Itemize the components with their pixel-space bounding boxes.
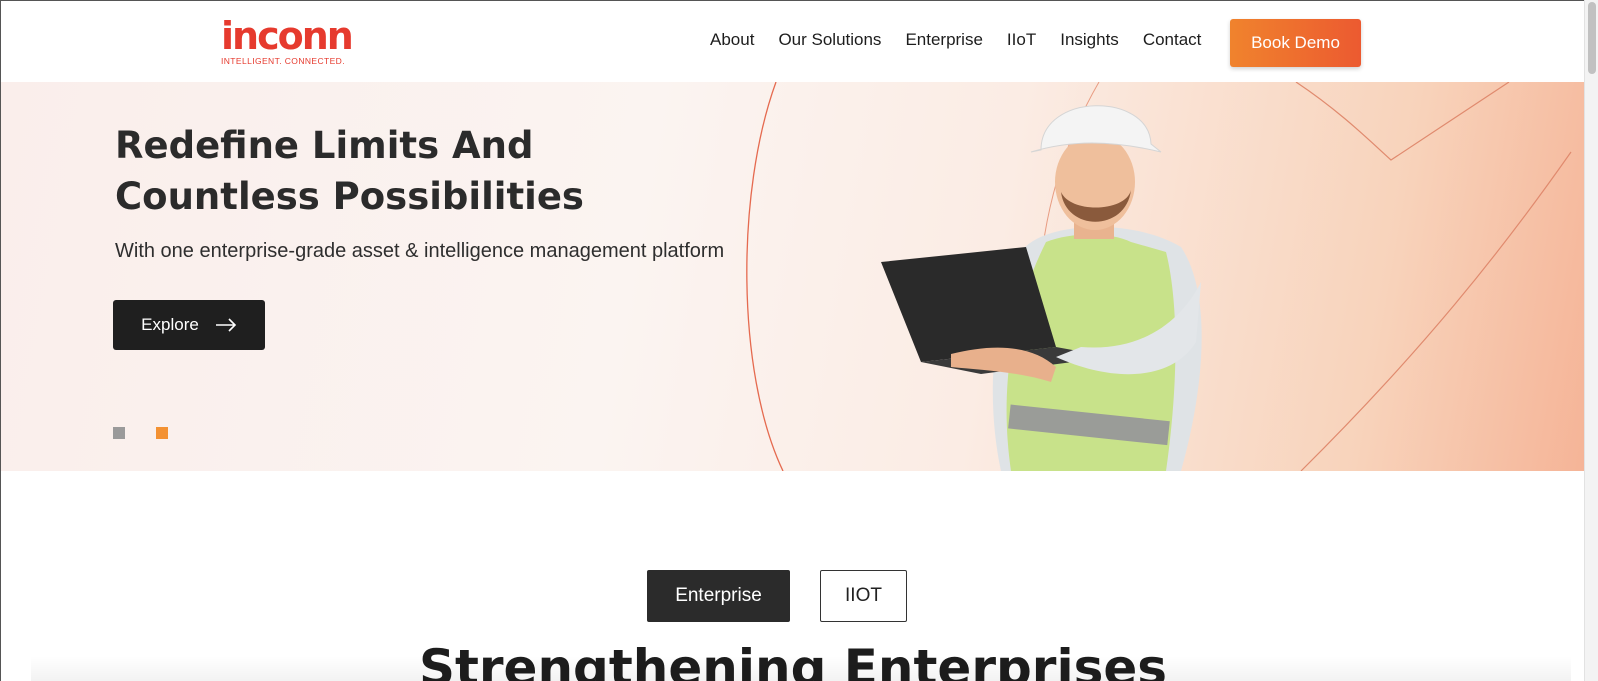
nav-enterprise[interactable]: Enterprise xyxy=(905,30,982,50)
nav-about[interactable]: About xyxy=(710,30,754,50)
main-nav: About Our Solutions Enterprise IIoT Insi… xyxy=(710,30,1201,50)
logo-tagline: INTELLIGENT. CONNECTED. xyxy=(221,56,345,66)
logo-wordmark: inconn xyxy=(221,14,354,58)
page: inconn INTELLIGENT. CONNECTED. About Our… xyxy=(0,0,1584,681)
scrollbar-thumb[interactable] xyxy=(1588,2,1596,74)
section-title: Strengthening Enterprises xyxy=(418,639,1168,681)
slide-indicator-1[interactable] xyxy=(113,427,125,439)
tab-iiot[interactable]: IIOT xyxy=(820,570,907,622)
hero-heading-line-2: Countless Possibilities xyxy=(115,175,584,218)
arrow-right-icon xyxy=(215,318,236,332)
slide-indicator-2-active[interactable] xyxy=(156,427,168,439)
page-scrollbar[interactable] xyxy=(1584,0,1598,681)
hero-banner: Redefine Limits And Countless Possibilit… xyxy=(1,82,1584,471)
explore-button[interactable]: Explore xyxy=(113,300,265,350)
tab-enterprise[interactable]: Enterprise xyxy=(647,570,790,622)
site-header: inconn INTELLIGENT. CONNECTED. About Our… xyxy=(1,1,1584,81)
logo[interactable]: inconn INTELLIGENT. CONNECTED. xyxy=(221,14,354,67)
hero-heading: Redefine Limits And Countless Possibilit… xyxy=(115,120,755,222)
book-demo-button[interactable]: Book Demo xyxy=(1230,19,1361,67)
nav-insights[interactable]: Insights xyxy=(1060,30,1119,50)
hero-subtitle: With one enterprise-grade asset & intell… xyxy=(115,240,725,262)
nav-contact[interactable]: Contact xyxy=(1143,30,1202,50)
explore-button-label: Explore xyxy=(141,315,199,334)
hero-heading-line-1: Redefine Limits And xyxy=(115,124,534,167)
nav-iiot[interactable]: IIoT xyxy=(1007,30,1036,50)
nav-our-solutions[interactable]: Our Solutions xyxy=(778,30,881,50)
worker-with-laptop-image xyxy=(881,105,1202,471)
